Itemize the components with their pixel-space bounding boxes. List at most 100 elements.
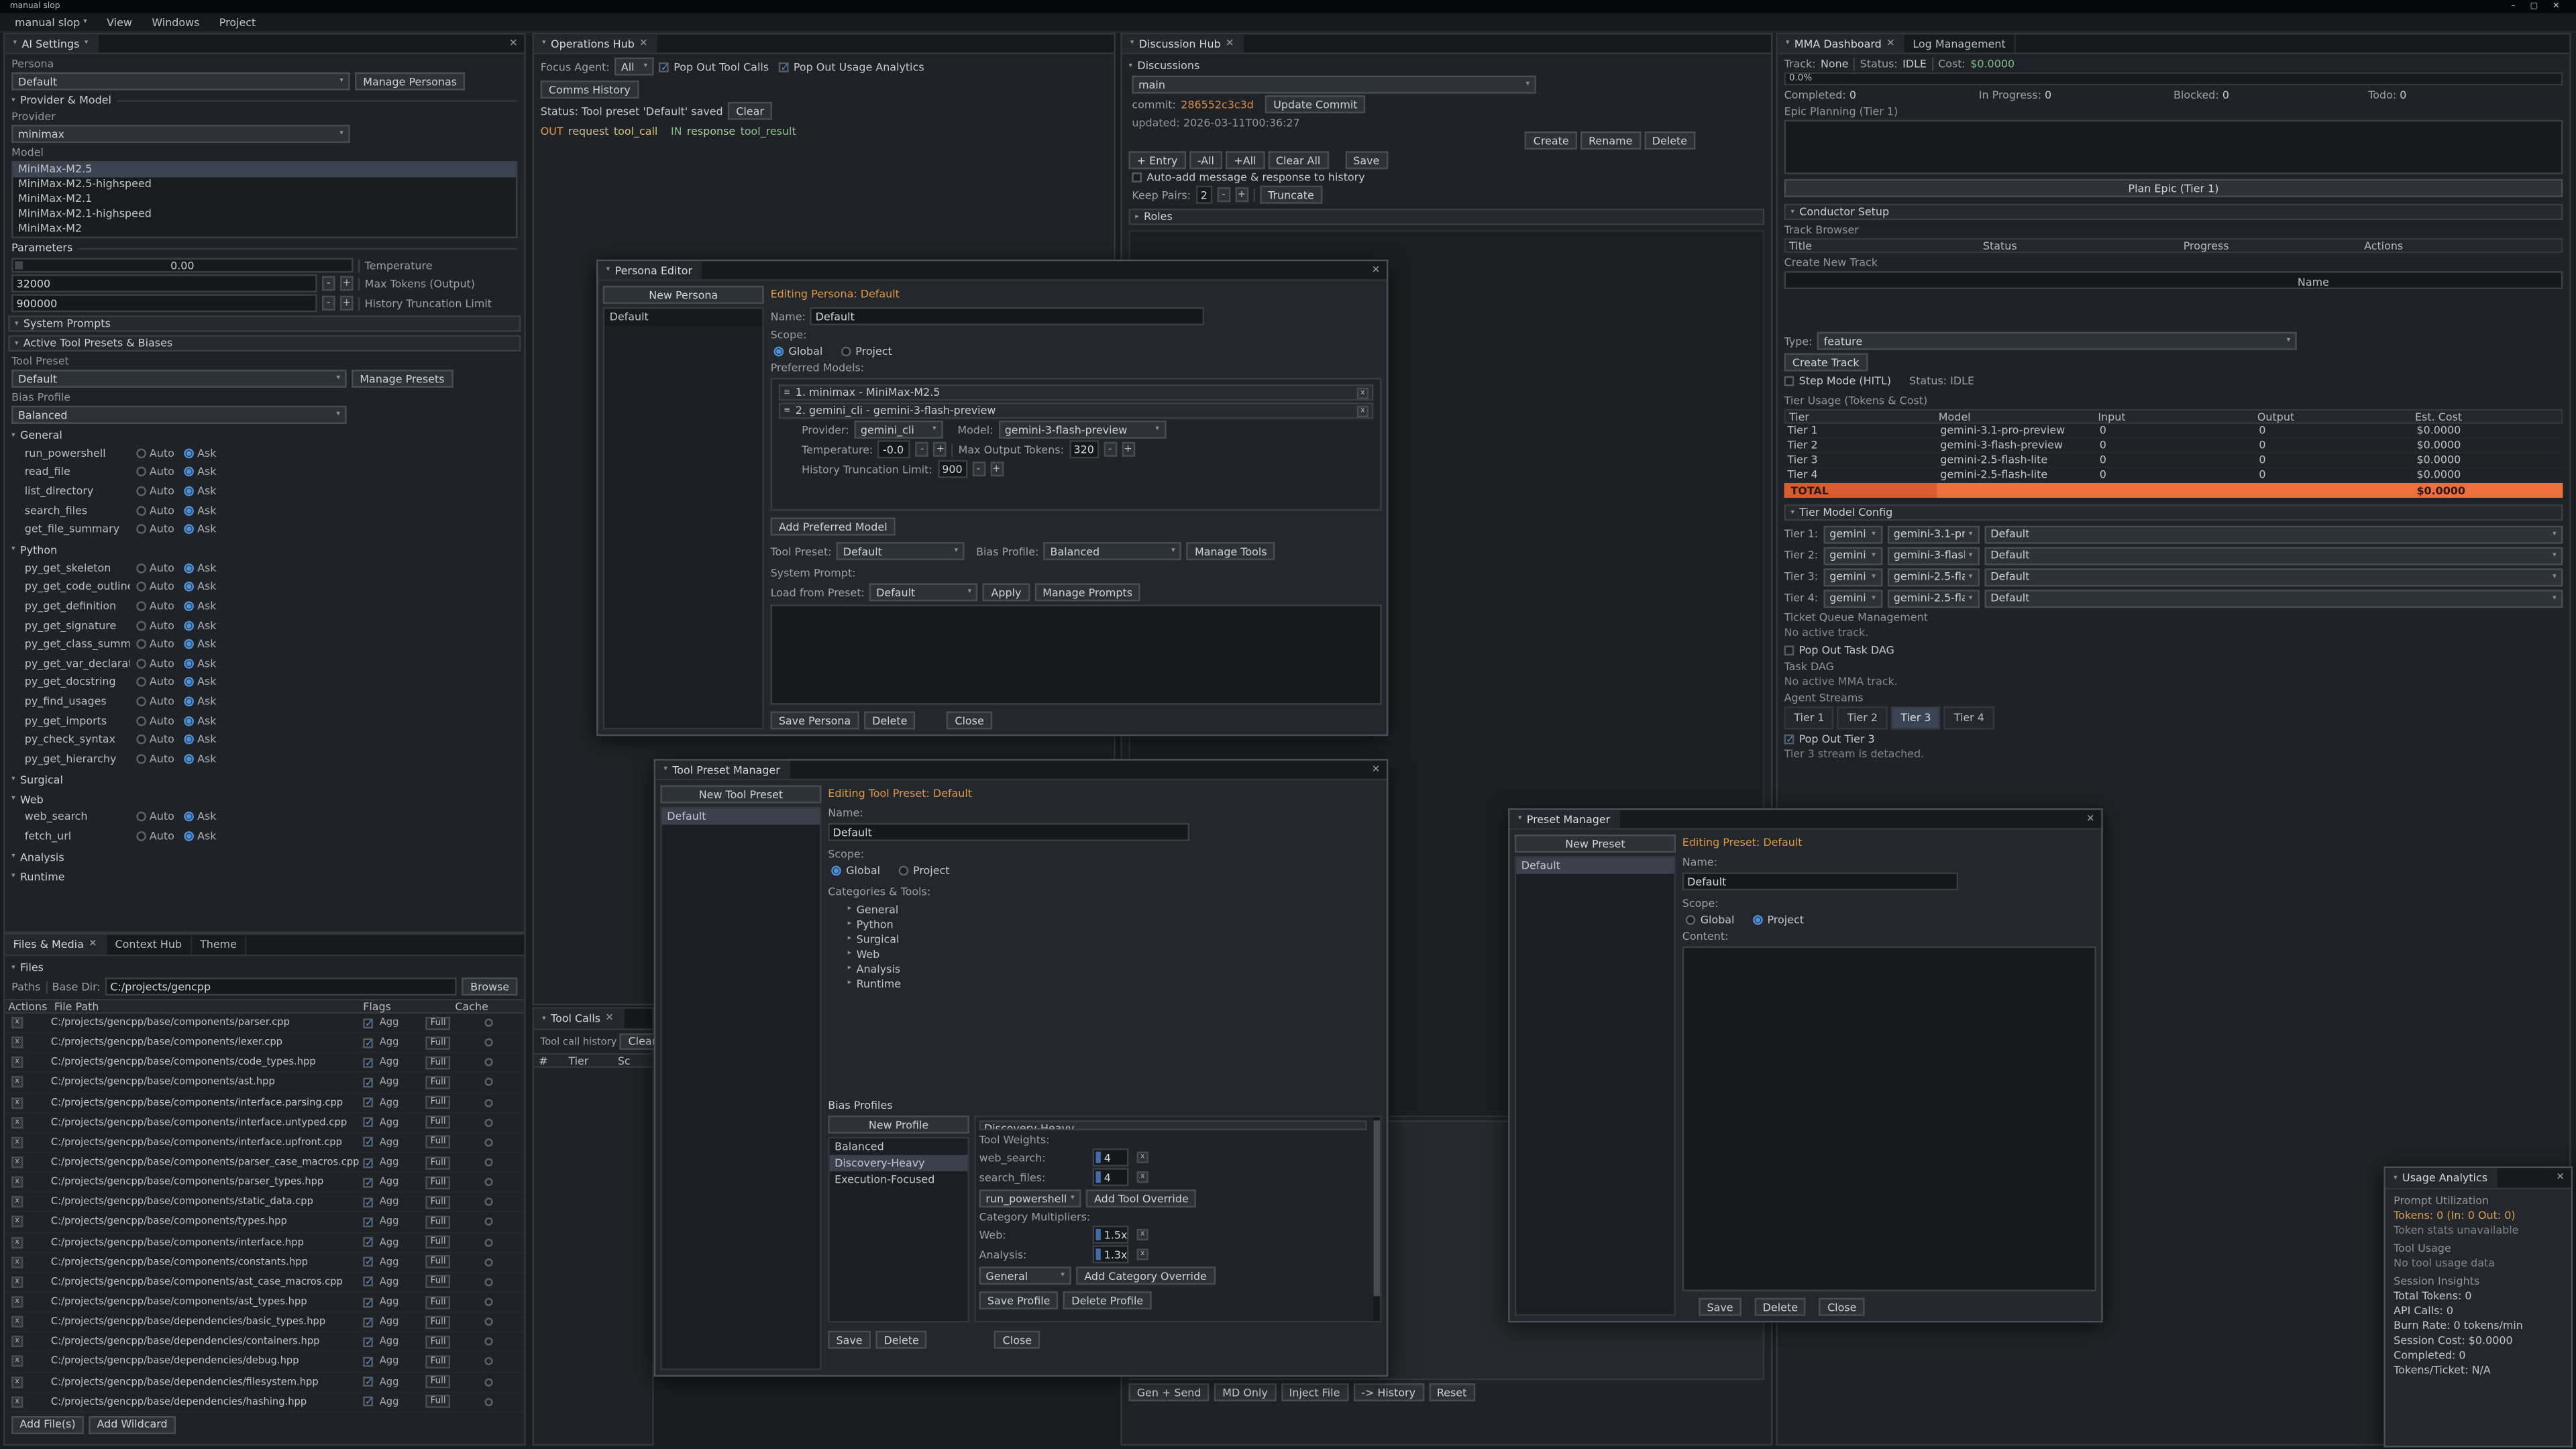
model-option[interactable]: MiniMax-M2.5 <box>13 162 516 177</box>
dh-button--history[interactable]: -> History <box>1353 1383 1424 1401</box>
auto-radio[interactable] <box>136 448 146 458</box>
increment-button[interactable]: + <box>934 442 947 457</box>
history-limit-input[interactable] <box>11 294 317 312</box>
history-limit-input[interactable] <box>937 460 967 478</box>
global-radio[interactable] <box>1686 915 1696 925</box>
tool-override-select[interactable]: run_powershell▾ <box>979 1189 1081 1208</box>
full-badge[interactable]: Full <box>425 1076 451 1089</box>
auto-add-checkbox[interactable] <box>1132 172 1142 182</box>
tier-model-select[interactable]: gemini-3-flash-preview▾ <box>1887 546 1979 564</box>
ask-radio[interactable] <box>184 831 195 841</box>
remove-model-button[interactable]: x <box>1357 387 1368 398</box>
remove-file-button[interactable]: x <box>11 1177 23 1188</box>
conductor-setup-header[interactable]: ▾Conductor Setup <box>1784 204 2563 220</box>
tab-tool-calls[interactable]: ▾ Tool Calls ✕ <box>534 1009 624 1028</box>
agg-checkbox[interactable] <box>363 1118 373 1128</box>
decrement-button[interactable]: - <box>1217 187 1230 202</box>
remove-file-button[interactable]: x <box>11 1097 23 1108</box>
collapse-all-button[interactable]: -All <box>1189 151 1223 169</box>
remove-file-button[interactable]: x <box>11 1017 23 1028</box>
expand-all-button[interactable]: +All <box>1226 151 1265 169</box>
agg-checkbox[interactable] <box>363 1337 373 1347</box>
weight-input[interactable]: 4 <box>1093 1148 1129 1167</box>
full-badge[interactable]: Full <box>425 1355 451 1368</box>
full-badge[interactable]: Full <box>425 1156 451 1169</box>
tool-preset-item[interactable]: Default <box>662 808 820 824</box>
stream-tab-tier-3[interactable]: Tier 3 <box>1891 706 1941 729</box>
auto-radio[interactable] <box>136 601 146 611</box>
ask-radio[interactable] <box>184 696 195 706</box>
bias-profile-select[interactable]: Balanced▾ <box>1044 542 1182 560</box>
increment-button[interactable]: + <box>340 276 354 290</box>
ask-radio[interactable] <box>184 658 195 668</box>
close-button[interactable]: Close <box>994 1331 1040 1349</box>
tool-group-runtime[interactable]: ▾Runtime <box>5 869 524 885</box>
profile-item[interactable]: Discovery-Heavy <box>830 1155 968 1171</box>
manage-tools-button[interactable]: Manage Tools <box>1187 542 1275 560</box>
save-persona-button[interactable]: Save Persona <box>771 711 859 729</box>
tier-model-config-header[interactable]: ▾Tier Model Config <box>1784 504 2563 521</box>
weight-input[interactable]: 1.5x <box>1093 1226 1129 1244</box>
ask-radio[interactable] <box>184 486 195 496</box>
tab-log-management[interactable]: Log Management <box>1904 34 2015 52</box>
auto-radio[interactable] <box>136 639 146 649</box>
pop-out-tier-checkbox[interactable] <box>1784 735 1794 745</box>
project-radio[interactable] <box>841 347 851 357</box>
ask-radio[interactable] <box>184 467 195 477</box>
tool-group-python[interactable]: ▾Python <box>5 542 524 558</box>
discussion-select[interactable]: main▾ <box>1132 76 1536 94</box>
preset-name-input[interactable] <box>828 823 1189 841</box>
rename-button[interactable]: Rename <box>1580 131 1641 150</box>
agg-checkbox[interactable] <box>363 1397 373 1407</box>
dialog-title-tab[interactable]: ▾ Preset Manager <box>1510 810 1620 828</box>
agg-checkbox[interactable] <box>363 1218 373 1228</box>
dh-button-md-only[interactable]: MD Only <box>1214 1383 1276 1401</box>
tool-group-surgical[interactable]: ▾Surgical <box>5 771 524 788</box>
remove-model-button[interactable]: x <box>1357 405 1368 417</box>
scrollbar-thumb[interactable] <box>1373 1120 1380 1295</box>
agg-checkbox[interactable] <box>363 1018 373 1028</box>
full-badge[interactable]: Full <box>425 1216 451 1229</box>
panel-menu-icon[interactable]: ▾ <box>85 40 89 48</box>
auto-radio[interactable] <box>136 486 146 496</box>
tool-group-general[interactable]: ▾General <box>5 427 524 443</box>
track-name-input[interactable]: Name <box>1784 271 2563 289</box>
ask-radio[interactable] <box>184 812 195 822</box>
remove-file-button[interactable]: x <box>11 1136 23 1148</box>
auto-radio[interactable] <box>136 696 146 706</box>
system-prompts-header[interactable]: ▾System Prompts <box>8 315 521 331</box>
menu-item-manual-slop[interactable]: manual slop▾ <box>7 14 95 30</box>
pop-out-tool-calls-checkbox[interactable] <box>659 62 669 72</box>
bias-profile-select[interactable]: Balanced▾ <box>11 406 347 424</box>
ask-radio[interactable] <box>184 601 195 611</box>
tier-model-select[interactable]: gemini-3.1-pro-preview▾ <box>1887 525 1979 543</box>
remove-file-button[interactable]: x <box>11 1236 23 1248</box>
focus-agent-select[interactable]: All▾ <box>614 58 654 76</box>
category-analysis[interactable]: ▸Analysis <box>828 961 1381 976</box>
auto-radio[interactable] <box>136 582 146 592</box>
tab-theme[interactable]: Theme <box>192 934 247 954</box>
ask-radio[interactable] <box>184 639 195 649</box>
ask-radio[interactable] <box>184 753 195 763</box>
stream-tab-tier-4[interactable]: Tier 4 <box>1944 706 1994 729</box>
remove-file-button[interactable]: x <box>11 1157 23 1168</box>
preset-item[interactable]: Default <box>1516 857 1674 873</box>
agg-checkbox[interactable] <box>363 1058 373 1068</box>
agg-checkbox[interactable] <box>363 1357 373 1367</box>
close-button[interactable]: Close <box>947 711 992 729</box>
load-preset-select[interactable]: Default▾ <box>869 583 978 601</box>
new-preset-button[interactable]: New Preset <box>1515 835 1676 853</box>
save-button[interactable]: Save <box>1699 1298 1741 1316</box>
category-surgical[interactable]: ▸Surgical <box>828 932 1381 947</box>
pop-out-dag-checkbox[interactable] <box>1784 645 1794 655</box>
auto-radio[interactable] <box>136 716 146 726</box>
content-textarea[interactable] <box>1682 947 2096 1291</box>
increment-button[interactable]: + <box>340 296 354 311</box>
ask-radio[interactable] <box>184 678 195 688</box>
add-category-override-button[interactable]: Add Category Override <box>1076 1267 1215 1285</box>
system-prompt-textarea[interactable] <box>771 604 1382 704</box>
ask-radio[interactable] <box>184 735 195 745</box>
delete-profile-button[interactable]: Delete Profile <box>1063 1291 1151 1309</box>
tab-usage-analytics[interactable]: ▾ Usage Analytics <box>2385 1168 2498 1187</box>
ask-radio[interactable] <box>184 716 195 726</box>
